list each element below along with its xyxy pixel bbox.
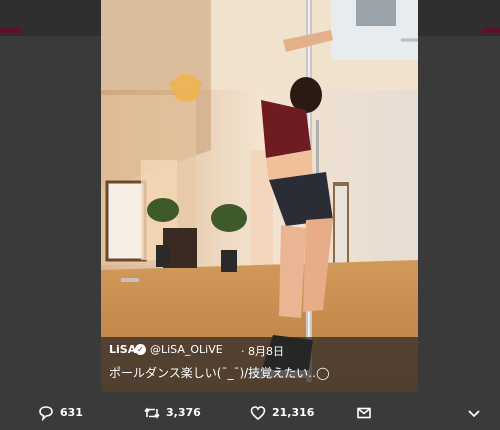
retweet-arrows-icon (144, 407, 160, 419)
like-button[interactable]: 21,316 (250, 405, 320, 421)
reply-button[interactable]: 631 (38, 405, 98, 421)
retweet-count: 3,376 (166, 406, 201, 419)
like-count: 21,316 (272, 406, 315, 419)
tweet-text: ポールダンス楽しい(¯_¯)/技覚えたい‥◯ (109, 366, 330, 380)
envelope-icon (357, 407, 371, 419)
tweet-caption-overlay: LiSA ✓ @LiSA_OLiVE · 8月8日 ポールダンス楽しい(¯_¯)… (101, 337, 418, 392)
retweet-button[interactable]: 3,376 (144, 405, 214, 421)
dance-studio-photo (101, 0, 418, 392)
more-options-button[interactable] (466, 405, 486, 421)
author-handle[interactable]: @LiSA_OLiVE (150, 343, 223, 356)
heart-outline-icon (250, 406, 266, 421)
tweet-date[interactable]: · 8月8日 (241, 343, 284, 359)
tweet-action-bar: 631 3,376 21,316 (0, 396, 500, 430)
header-accent-left (0, 28, 22, 33)
date-value: 8月8日 (248, 345, 284, 358)
verified-badge-icon: ✓ (135, 344, 146, 355)
author-display-name[interactable]: LiSA (109, 343, 136, 356)
header-accent-right (482, 28, 500, 33)
reply-count: 631 (60, 406, 83, 419)
chevron-down-icon (468, 410, 480, 418)
tweet-photo[interactable]: LiSA ✓ @LiSA_OLiVE · 8月8日 ポールダンス楽しい(¯_¯)… (101, 0, 418, 392)
tweet-author-row: LiSA ✓ @LiSA_OLiVE · 8月8日 (101, 343, 418, 359)
direct-message-button[interactable] (356, 405, 376, 421)
speech-bubble-icon (39, 406, 53, 421)
date-separator: · (241, 345, 245, 358)
